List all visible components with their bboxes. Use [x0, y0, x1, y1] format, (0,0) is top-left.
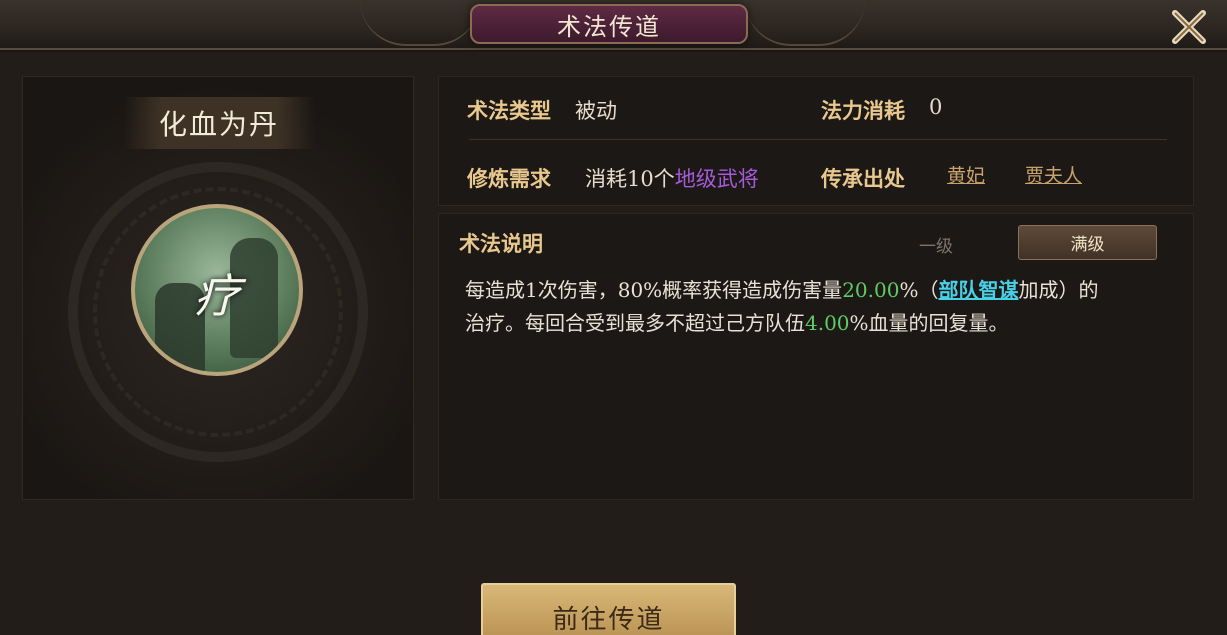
title-ornament-right: [745, 0, 865, 46]
tab-level-1[interactable]: 一级: [919, 232, 953, 257]
desc-text-segment: %（: [899, 278, 939, 302]
requirement-rank: 地级武将: [674, 167, 759, 191]
source-label: 传承出处: [821, 166, 905, 191]
close-button[interactable]: [1166, 4, 1212, 50]
skill-name-text: 化血为丹: [158, 108, 279, 141]
title-ornament-left: [360, 0, 480, 46]
tab-level-max-label: 满级: [1070, 235, 1105, 255]
close-x-icon: [1172, 10, 1206, 44]
type-value: 被动: [575, 99, 617, 123]
desc-text-segment: %血量的回复量。: [849, 311, 1009, 335]
requirement-prefix: 消耗10个: [585, 167, 675, 191]
skill-description-panel: 术法说明 一级 满级 每造成1次伤害，80%概率获得造成伤害量20.00%（部队…: [438, 213, 1194, 500]
description-title: 术法说明: [459, 231, 543, 256]
skill-info-panel: 术法类型 被动 法力消耗 0 修炼需求 消耗10个地级武将 传承出处 黄妃 贾夫…: [438, 76, 1194, 206]
skill-portrait-panel: 化血为丹 疗: [22, 76, 414, 500]
heal-percent-value: 20.00: [842, 278, 900, 302]
skill-emblem-icon: 疗: [131, 204, 303, 376]
desc-text-segment: 加成）的: [1018, 278, 1099, 302]
cost-value: 0: [929, 95, 943, 119]
hp-cap-percent-value: 4.00: [805, 311, 850, 335]
desc-text-segment: 每造成1次伤害，80%概率获得造成伤害量: [465, 278, 843, 302]
cost-label: 法力消耗: [821, 98, 905, 123]
tab-level-max[interactable]: 满级: [1018, 225, 1157, 260]
skill-name: 化血为丹: [123, 97, 315, 149]
source-link-jiafuren[interactable]: 贾夫人: [1025, 161, 1082, 188]
source-link-huangfei[interactable]: 黄妃: [947, 161, 985, 188]
window-title: 术法传道: [470, 4, 748, 44]
info-divider: [469, 139, 1167, 140]
emblem-character: 疗: [194, 269, 240, 323]
requirement-label: 修炼需求: [467, 166, 551, 191]
window-title-text: 术法传道: [557, 12, 661, 41]
stat-link-intelligence[interactable]: 部队智谋: [938, 278, 1018, 302]
requirement-value: 消耗10个地级武将: [585, 163, 759, 193]
description-text: 每造成1次伤害，80%概率获得造成伤害量20.00%（部队智谋加成）的治疗。每回…: [465, 274, 1175, 340]
go-teach-button[interactable]: 前往传道: [481, 583, 736, 635]
desc-text-segment: 治疗。每回合受到最多不超过己方队伍: [465, 311, 805, 335]
go-teach-label: 前往传道: [552, 605, 665, 635]
type-label: 术法类型: [467, 98, 551, 123]
